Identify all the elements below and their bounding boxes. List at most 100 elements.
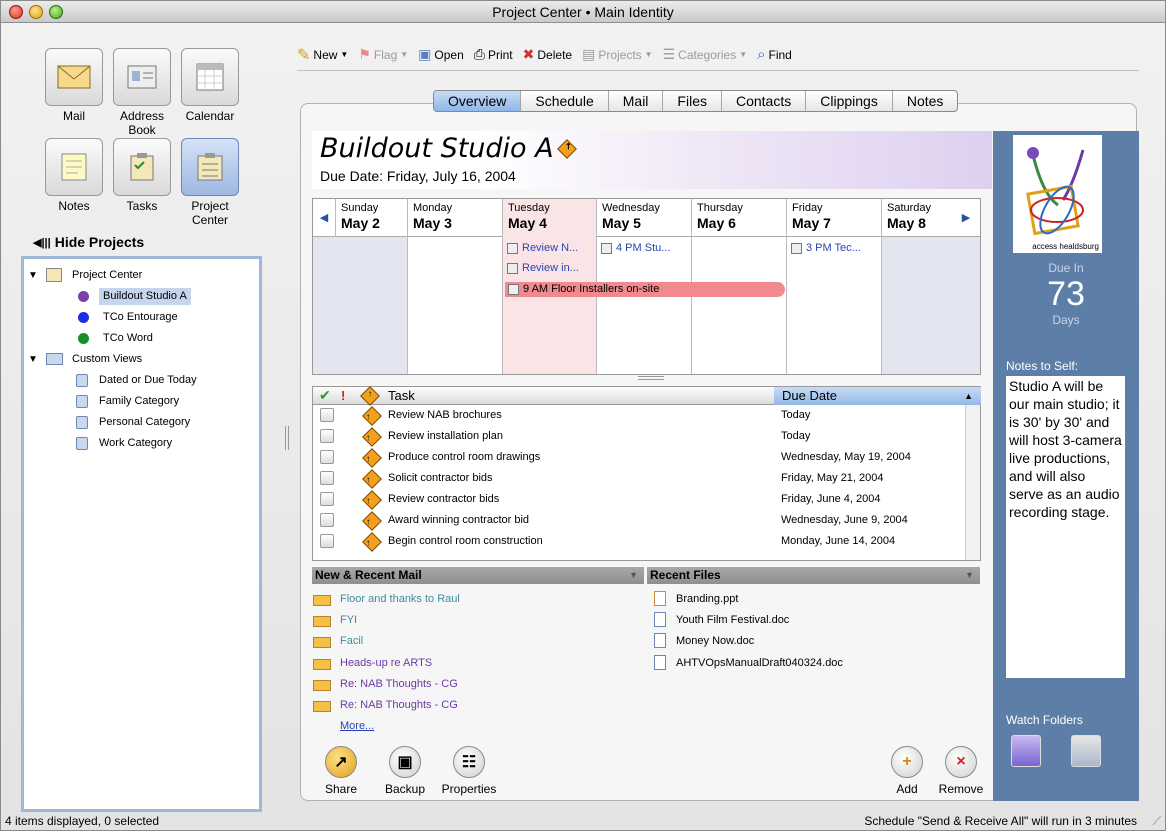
hide-projects-button[interactable]: ◀||| Hide Projects [33, 234, 144, 250]
tree-item-tco-entourage[interactable]: TCo Entourage [24, 307, 259, 328]
tab-notes[interactable]: Notes [893, 91, 958, 111]
resize-handle[interactable] [638, 376, 664, 380]
dropdown-arrow-icon[interactable]: ▼ [645, 50, 653, 59]
task-checkbox[interactable] [320, 513, 334, 527]
mail-item[interactable]: FYI [312, 610, 357, 631]
file-item[interactable]: Youth Film Festival.doc [651, 610, 789, 631]
day-header-sunday[interactable]: Sunday May 2 [335, 199, 407, 237]
task-checkbox[interactable] [320, 471, 334, 485]
day-column-thursday[interactable] [691, 237, 786, 374]
day-header-thursday[interactable]: Thursday May 6 [691, 199, 786, 237]
task-checkbox[interactable] [320, 408, 334, 422]
notes-to-self-field[interactable]: Studio A will be our main studio; it is … [1006, 376, 1125, 678]
file-item[interactable]: AHTVOpsManualDraft040324.doc [651, 653, 843, 674]
module-notes[interactable]: Notes [39, 138, 109, 213]
task-checkbox[interactable] [320, 534, 334, 548]
dropdown-arrow-icon[interactable]: ▼ [400, 50, 408, 59]
day-header-wednesday[interactable]: Wednesday May 5 [596, 199, 691, 237]
tree-item-tco-word[interactable]: TCo Word [24, 328, 259, 349]
day-column-saturday[interactable] [881, 237, 980, 374]
tab-files[interactable]: Files [663, 91, 722, 111]
due-date-column-header[interactable]: Due Date ▲ [774, 387, 981, 405]
mail-item[interactable]: Re: NAB Thoughts - CG [312, 674, 458, 695]
task-row[interactable]: ↑ Review contractor bids Friday, June 4, 2… [313, 489, 980, 510]
tab-mail[interactable]: Mail [609, 91, 664, 111]
day-column-sunday[interactable] [313, 237, 407, 374]
print-button[interactable]: ⎙ Print [474, 46, 513, 63]
task-row[interactable]: ↑ Begin control room construction Monday, … [313, 531, 980, 552]
remove-button[interactable]: × Remove [933, 746, 989, 796]
mail-item[interactable]: Re: NAB Thoughts - CG [312, 695, 458, 716]
task-row[interactable]: ↑ Review installation plan Today [313, 426, 980, 447]
day-header-saturday[interactable]: Saturday May 8 [881, 199, 955, 237]
tree-item-custom-views[interactable]: ▼ Custom Views [24, 349, 259, 370]
calendar-event-long[interactable]: 9 AM Floor Installers on-site [505, 282, 785, 297]
new-button[interactable]: ✎ New ▼ [297, 45, 348, 65]
properties-button[interactable]: ☷ Properties [435, 746, 503, 796]
file-item[interactable]: Money Now.doc [651, 631, 754, 652]
tab-overview[interactable]: Overview [434, 91, 522, 111]
tab-contacts[interactable]: Contacts [722, 91, 807, 111]
task-checkbox[interactable] [320, 429, 334, 443]
add-button[interactable]: + Add [889, 746, 925, 796]
watch-folder-icon[interactable] [1071, 735, 1101, 767]
dropdown-arrow-icon[interactable]: ▼ [340, 50, 348, 59]
sidebar-splitter[interactable] [285, 426, 289, 450]
minimize-button[interactable] [29, 5, 43, 19]
module-project-center[interactable]: Project Center [175, 138, 245, 227]
tab-schedule[interactable]: Schedule [521, 91, 609, 111]
tree-item-work-category[interactable]: Work Category [24, 433, 259, 454]
file-item[interactable]: Branding.ppt [651, 589, 738, 610]
day-column-tuesday[interactable] [502, 237, 596, 374]
disclosure-triangle-icon[interactable]: ▼ [28, 349, 38, 370]
priority-column-icon[interactable]: ! [341, 388, 345, 403]
task-column-header[interactable]: Task [388, 388, 415, 403]
next-week-button[interactable]: ▶ [955, 199, 977, 236]
task-row[interactable]: ↑ Award winning contractor bid Wednesday, … [313, 510, 980, 531]
complete-column-icon[interactable]: ✔ [319, 387, 331, 404]
projects-button[interactable]: ▤ Projects ▼ [582, 46, 653, 63]
module-tasks[interactable]: Tasks [107, 138, 177, 213]
tree-item-project-center[interactable]: ▼ Project Center [24, 265, 259, 286]
more-mail-link[interactable]: More... [340, 716, 374, 737]
task-checkbox[interactable] [320, 492, 334, 506]
calendar-event[interactable]: Review in... [504, 260, 594, 277]
delete-button[interactable]: ✖ Delete [523, 46, 572, 63]
day-column-friday[interactable] [786, 237, 881, 374]
mail-item[interactable]: Heads-up re ARTS [312, 653, 432, 674]
day-column-monday[interactable] [407, 237, 502, 374]
module-address-book[interactable]: Address Book [107, 48, 177, 137]
zoom-button[interactable] [49, 5, 63, 19]
find-button[interactable]: ⌕ Find [757, 46, 792, 63]
day-header-tuesday[interactable]: Tuesday May 4 [502, 199, 596, 237]
task-row[interactable]: ↑ Produce control room drawings Wednesday,… [313, 447, 980, 468]
share-button[interactable]: ↗ Share [319, 746, 363, 796]
task-row[interactable]: ↑ Review NAB brochures Today [313, 405, 980, 426]
calendar-event[interactable]: 3 PM Tec... [788, 240, 878, 257]
section-menu-arrow-icon[interactable]: ▼ [629, 567, 638, 584]
status-column-icon[interactable]: ↑ [360, 386, 380, 406]
section-menu-arrow-icon[interactable]: ▼ [965, 567, 974, 584]
dropdown-arrow-icon[interactable]: ▼ [739, 50, 747, 59]
task-row[interactable]: ↑ Solicit contractor bids Friday, May 21, … [313, 468, 980, 489]
day-header-monday[interactable]: Monday May 3 [407, 199, 502, 237]
watch-folder-icon[interactable] [1011, 735, 1041, 767]
open-button[interactable]: ▣ Open [418, 46, 464, 63]
module-calendar[interactable]: Calendar [175, 48, 245, 123]
mail-item[interactable]: Floor and thanks to Raul [312, 589, 460, 610]
task-list-scrollbar[interactable] [965, 405, 980, 560]
day-column-wednesday[interactable] [596, 237, 691, 374]
tree-item-personal-category[interactable]: Personal Category [24, 412, 259, 433]
project-logo[interactable]: access healdsburg [1013, 135, 1102, 253]
tree-item-dated-or-due-today[interactable]: Dated or Due Today [24, 370, 259, 391]
previous-week-button[interactable]: ◀ [313, 199, 335, 236]
calendar-event[interactable]: Review N... [504, 240, 594, 257]
module-mail[interactable]: Mail [39, 48, 109, 123]
categories-button[interactable]: ☰ Categories ▼ [663, 46, 748, 63]
day-header-friday[interactable]: Friday May 7 [786, 199, 881, 237]
tree-item-family-category[interactable]: Family Category [24, 391, 259, 412]
mail-item[interactable]: Facil [312, 631, 363, 652]
flag-button[interactable]: ⚑ Flag ▼ [358, 46, 408, 63]
calendar-event[interactable]: 4 PM Stu... [598, 240, 688, 257]
tab-clippings[interactable]: Clippings [806, 91, 893, 111]
